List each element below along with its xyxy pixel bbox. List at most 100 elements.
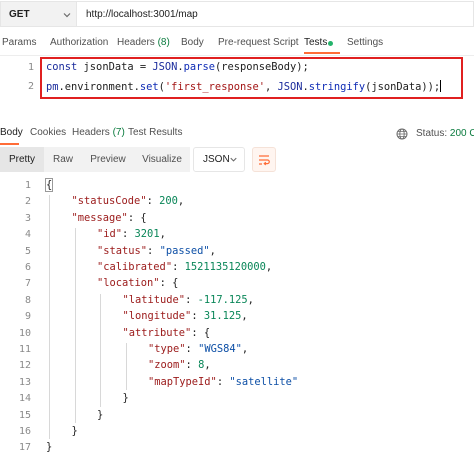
tab-headers[interactable]: Headers (8) — [117, 37, 170, 48]
json-string: "passed" — [159, 244, 210, 257]
json-separator: : — [185, 293, 198, 306]
json-separator: : — [127, 211, 141, 224]
wrap-lines-icon — [259, 155, 270, 166]
line-number: 15 — [18, 409, 31, 421]
tab-cookies[interactable]: Cookies — [30, 127, 66, 138]
tab-label: Headers — [72, 127, 110, 138]
view-visualize-button[interactable]: Visualize — [134, 147, 190, 172]
line-number: 9 — [24, 311, 31, 323]
json-separator: : — [185, 359, 199, 372]
line-number: 12 — [18, 360, 31, 372]
tab-label: Settings — [347, 37, 384, 48]
view-pretty-button[interactable]: Pretty — [0, 147, 44, 172]
json-key: "attribute" — [122, 326, 192, 339]
json-key: "status" — [97, 244, 148, 257]
tab-settings[interactable]: Settings — [347, 37, 383, 48]
json-line: "message": { — [72, 212, 147, 224]
active-tab-indicator — [0, 143, 19, 145]
line-number: 3 — [24, 212, 31, 224]
indent-guide — [49, 195, 50, 440]
json-line: "location": { — [97, 277, 178, 289]
json-key: "type" — [148, 343, 186, 355]
json-separator: : — [122, 228, 135, 241]
line-number: 4 — [24, 229, 31, 241]
tab-body[interactable]: Body — [181, 37, 204, 48]
json-brace: } — [46, 441, 53, 454]
json-line: { — [44, 178, 54, 192]
tab-params[interactable]: Params — [2, 37, 36, 48]
json-comma: , — [204, 359, 211, 372]
json-line: "id": 3201, — [97, 228, 166, 240]
json-separator: : — [216, 375, 230, 388]
json-line: "statusCode": 200, — [72, 195, 185, 207]
json-line: "status": "passed", — [97, 245, 216, 257]
active-tab-indicator — [304, 52, 340, 54]
tab-pre-request-script[interactable]: Pre-request Script — [218, 37, 299, 48]
chevron-down-icon — [63, 13, 71, 18]
tab-count: (7) — [112, 127, 125, 138]
json-brace: } — [97, 408, 104, 421]
json-key: "statusCode" — [71, 195, 147, 208]
request-bar: GET http://localhost:3001/map — [0, 0, 474, 30]
tab-response-body[interactable]: Body — [0, 127, 23, 138]
globe-icon[interactable] — [396, 128, 408, 140]
json-line: "type": "WGS84", — [148, 343, 248, 355]
tab-label: Body — [181, 37, 204, 48]
line-number: 6 — [24, 262, 31, 273]
indent-guide — [74, 228, 76, 423]
url-input[interactable]: http://localhost:3001/map — [76, 1, 474, 27]
json-number: 3201 — [134, 228, 160, 241]
json-number: 31.125 — [203, 310, 242, 323]
json-key: "zoom" — [148, 359, 186, 372]
json-separator: : — [191, 326, 204, 339]
tab-label: Headers — [117, 37, 155, 48]
json-brace: } — [122, 392, 129, 405]
json-line: } — [72, 425, 78, 437]
tab-test-results[interactable]: Test Results — [128, 127, 182, 138]
line-number: 5 — [24, 245, 31, 257]
method-label: GET — [9, 8, 30, 20]
json-key: "mapTypeId" — [148, 375, 217, 388]
view-raw-button[interactable]: Raw — [44, 147, 82, 172]
tab-label: Tests — [304, 37, 328, 48]
json-line: "longitude": 31.125, — [123, 310, 248, 322]
format-label: JSON — [203, 154, 230, 165]
tab-label: Authorization — [50, 37, 109, 48]
response-status: Status: 200 OK — [416, 128, 474, 139]
response-body[interactable]: 1{2 "statusCode": 200, 3 "message": {4 "id":… — [0, 175, 474, 464]
tab-label: Body — [0, 127, 23, 138]
json-separator: : — [146, 195, 160, 208]
json-line: "attribute": { — [123, 327, 211, 339]
json-key: "calibrated" — [97, 261, 173, 273]
json-brace: { — [44, 178, 54, 192]
line-number: 13 — [18, 376, 31, 388]
status-value: 200 OK — [449, 128, 474, 139]
tab-authorization[interactable]: Authorization — [50, 37, 108, 48]
json-line: } — [123, 392, 129, 404]
tab-response-headers[interactable]: Headers (7) — [72, 127, 125, 138]
tab-count: (8) — [157, 37, 170, 48]
json-string: "satellite" — [229, 375, 299, 388]
view-preview-button[interactable]: Preview — [82, 147, 134, 172]
json-number: 1521135120000 — [184, 261, 266, 273]
tab-label: Pre-request Script — [218, 37, 299, 48]
json-separator: : — [191, 310, 204, 323]
line-number: 8 — [24, 294, 31, 306]
line-number: 7 — [24, 278, 31, 290]
line-number: 11 — [18, 344, 31, 355]
json-string: "WGS84" — [198, 343, 242, 355]
json-key: "location" — [97, 277, 160, 290]
json-key: "latitude" — [122, 293, 186, 306]
json-separator: : — [172, 261, 185, 273]
line-number: 2 — [27, 81, 34, 92]
line-number: 14 — [18, 393, 31, 405]
json-line: "mapTypeId": "satellite" — [148, 376, 298, 388]
method-select[interactable]: GET — [0, 1, 76, 27]
json-comma: , — [247, 293, 254, 306]
json-separator: : — [185, 343, 199, 355]
line-number: 1 — [27, 62, 34, 73]
json-number: 200 — [159, 195, 178, 208]
json-line: "calibrated": 1521135120000, — [97, 261, 272, 273]
json-separator: : — [147, 244, 160, 257]
tab-tests[interactable]: Tests — [304, 37, 327, 48]
